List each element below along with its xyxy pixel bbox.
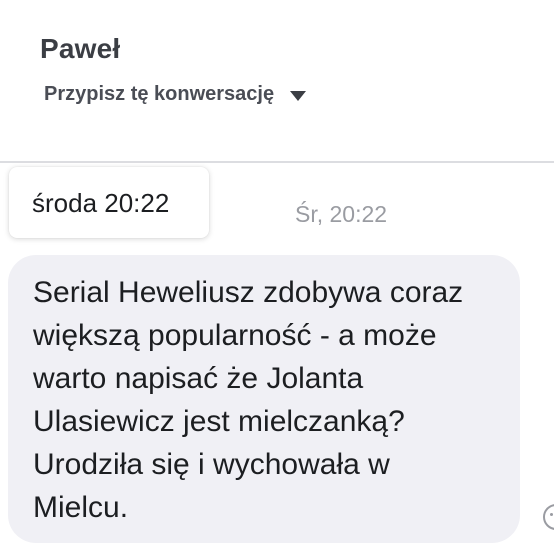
contact-name: Paweł — [40, 33, 121, 64]
conversation-header: Paweł Przypisz tę konwersację — [0, 0, 554, 163]
message-time-tooltip: środa 20:22 — [9, 167, 209, 238]
message-timestamp: Śr, 20:22 — [295, 201, 388, 227]
assign-conversation-dropdown[interactable]: Przypisz tę konwersację — [44, 83, 307, 106]
caret-down-icon — [290, 90, 307, 101]
message-bubble[interactable]: Serial Heweliusz zdobywa coraz większą p… — [8, 255, 520, 543]
assign-conversation-label: Przypisz tę konwersację — [44, 83, 275, 105]
emoji-reaction-icon[interactable] — [543, 504, 554, 530]
